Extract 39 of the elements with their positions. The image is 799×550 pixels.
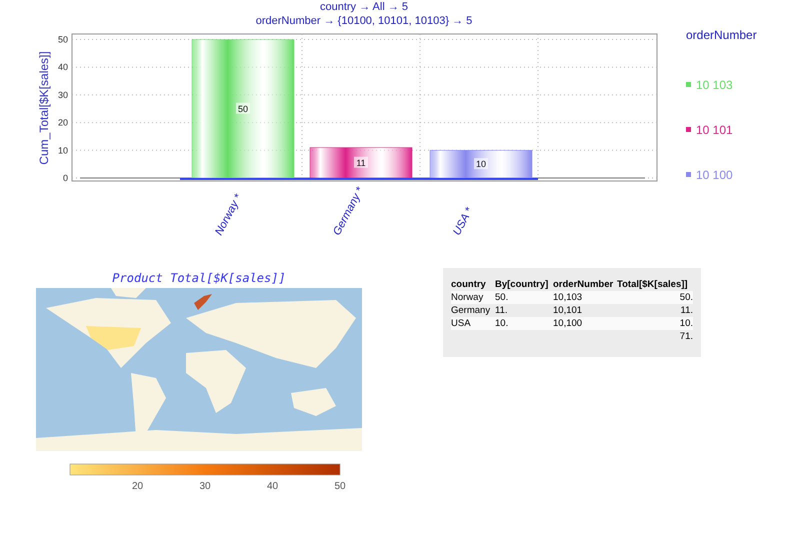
y-tick-label: 50 [58, 34, 68, 45]
column-header: By[country] [495, 278, 550, 291]
chart-title: orderNumber → {10100, 10101, 10103} → 5 [256, 15, 472, 27]
legend-label: 10 101 [696, 123, 733, 137]
scale-tick-label: 50 [334, 481, 346, 492]
y-tick-label: 20 [58, 118, 68, 128]
legend-title: orderNumber [686, 28, 757, 42]
table-cell-text: 10. [495, 317, 510, 330]
map-title: Product Total[$K[sales]] [112, 270, 286, 287]
table-cell-text: 10,103 [553, 291, 584, 304]
table-cell-text: 10,100 [553, 317, 584, 330]
table-cell-text: 50. [678, 291, 693, 304]
category-label: USA * [451, 206, 476, 238]
table-cell-text: 11. [679, 304, 693, 317]
y-tick-label: 10 [58, 145, 68, 156]
column-header: country [451, 278, 487, 291]
y-tick-label: 30 [58, 90, 68, 100]
table-cell-text: Germany [451, 304, 492, 317]
table-cell-text: 50. [495, 291, 510, 304]
y-axis-label: Cum_Total[$K[sales]] [37, 51, 51, 165]
table-cell-text: 10,101 [553, 304, 584, 317]
scale-tick-label: 40 [266, 481, 278, 492]
table-cell-text: 10. [678, 317, 693, 330]
scale-tick-label: 30 [199, 481, 211, 492]
column-header: orderNumber [553, 278, 614, 291]
bar-value-label: 11 [356, 158, 366, 168]
y-tick-label: 0 [62, 173, 68, 183]
chart-title: country → All → 5 [320, 1, 408, 13]
table-cell-text: 71. [678, 330, 693, 343]
bar-value-label: 50 [238, 104, 248, 114]
table-cell-text: 11. [495, 304, 509, 317]
y-tick-label: 40 [58, 62, 68, 72]
table-cell-text: USA [451, 317, 472, 330]
column-header: Total[$K[sales]] [617, 278, 689, 291]
scale-tick-label: 20 [132, 481, 144, 492]
legend-label: 10 103 [696, 78, 733, 92]
bar-value-label: 10 [476, 159, 486, 170]
legend-label: 10 100 [696, 168, 733, 182]
table-cell-text: Norway [451, 291, 484, 304]
